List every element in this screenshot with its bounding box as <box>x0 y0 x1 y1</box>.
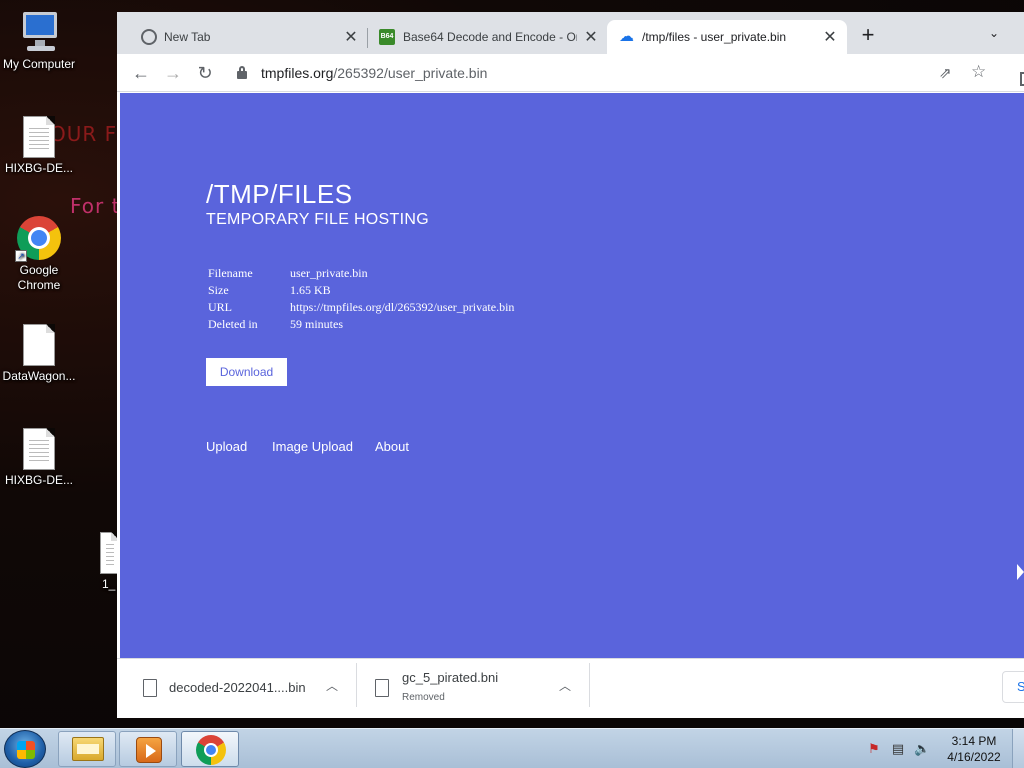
back-arrow-icon[interactable]: ← <box>129 61 153 85</box>
table-row: Deleted in 59 minutes <box>206 316 516 333</box>
download-filename: decoded-2022041....bin <box>169 680 306 695</box>
info-value: 1.65 KB <box>290 283 331 297</box>
media-player-icon <box>136 737 162 763</box>
globe-icon <box>141 29 157 45</box>
text-file-icon <box>23 116 55 158</box>
wallpaper-text: For t <box>70 194 121 218</box>
image-upload-link[interactable]: Image Upload <box>272 439 353 454</box>
tab-title: Base64 Decode and Encode - Onl <box>403 30 577 44</box>
network-icon[interactable]: ▤ <box>890 741 906 757</box>
desktop-icon-datawagon[interactable]: DataWagon... <box>0 324 78 384</box>
folder-icon <box>72 737 104 761</box>
download-item[interactable]: gc_5_pirated.bni Removed ︿ <box>357 659 589 717</box>
tab-tmpfiles[interactable]: ☁ /tmp/files - user_private.bin ✕ <box>607 20 847 54</box>
about-link[interactable]: About <box>375 439 409 454</box>
tab-new-tab[interactable]: New Tab ✕ <box>129 20 369 54</box>
chrome-icon <box>196 735 226 765</box>
page-subtitle: TEMPORARY FILE HOSTING <box>206 211 429 228</box>
download-button[interactable]: Download <box>206 358 287 386</box>
file-icon <box>23 324 55 366</box>
clock-time[interactable]: 3:14 PM <box>944 734 1004 748</box>
start-button[interactable] <box>4 730 46 768</box>
url-path: /265392/user_private.bin <box>333 65 488 81</box>
close-icon[interactable]: ✕ <box>582 27 600 47</box>
close-icon[interactable]: ✕ <box>821 27 839 47</box>
show-all-button[interactable]: S <box>1002 671 1024 703</box>
info-key: URL <box>208 300 232 314</box>
desktop-icon-hixbg-2[interactable]: HIXBG-DE... <box>0 428 78 488</box>
info-key: Deleted in <box>208 317 258 331</box>
info-value: https://tmpfiles.org/dl/265392/user_priv… <box>290 300 515 314</box>
tab-title: New Tab <box>164 30 211 44</box>
forward-arrow-icon[interactable]: → <box>161 61 185 85</box>
show-desktop-button[interactable] <box>1012 729 1024 768</box>
tab-title: /tmp/files - user_private.bin <box>642 30 787 44</box>
tab-separator <box>367 28 368 48</box>
desktop-icon-label: HIXBG-DE... <box>4 161 73 175</box>
text-file-icon <box>23 428 55 470</box>
bookmark-star-icon[interactable]: ☆ <box>971 62 986 82</box>
info-key: Filename <box>208 266 253 280</box>
taskbar-chrome-button[interactable] <box>181 731 239 767</box>
clock-date[interactable]: 4/16/2022 <box>940 750 1008 764</box>
file-icon <box>375 679 389 697</box>
info-value: 59 minutes <box>290 317 343 331</box>
computer-icon <box>17 10 61 54</box>
download-separator <box>589 663 590 707</box>
desktop-icon-label: My Computer <box>2 57 76 71</box>
taskbar-explorer-button[interactable] <box>58 731 116 767</box>
chevron-down-icon[interactable]: ⌄ <box>989 26 999 40</box>
address-bar[interactable]: tmpfiles.org/265392/user_private.bin ⇗ ☆ <box>225 58 1010 88</box>
cloud-upload-icon: ☁ <box>619 28 634 45</box>
lock-icon[interactable] <box>237 66 247 79</box>
browser-toolbar: ← → ↻ tmpfiles.org/265392/user_private.b… <box>117 54 1024 92</box>
desktop-icon-label: Google Chrome <box>17 263 61 292</box>
browser-window: New Tab ✕ B64 Base64 Decode and Encode -… <box>117 12 1024 718</box>
download-shelf: decoded-2022041....bin ︿ gc_5_pirated.bn… <box>117 658 1024 718</box>
volume-icon[interactable]: 🔈 <box>914 741 930 757</box>
url-text[interactable]: tmpfiles.org/265392/user_private.bin <box>261 65 487 81</box>
desktop-icon-label: 1_ <box>102 577 116 591</box>
download-filename: gc_5_pirated.bni <box>402 670 499 685</box>
desktop-icon-my-computer[interactable]: My Computer <box>0 10 78 72</box>
chevron-up-icon[interactable]: ︿ <box>326 677 338 694</box>
info-key: Size <box>208 283 229 297</box>
share-icon[interactable]: ⇗ <box>939 64 952 82</box>
mouse-cursor-icon <box>1017 564 1024 580</box>
desktop-icon-google-chrome[interactable]: ↗ Google Chrome <box>0 216 78 293</box>
new-tab-button[interactable]: + <box>857 24 879 46</box>
taskbar-media-player-button[interactable] <box>119 731 177 767</box>
table-row: Filename user_private.bin <box>206 265 516 282</box>
url-host: tmpfiles.org <box>261 65 334 81</box>
chrome-icon: ↗ <box>15 216 61 262</box>
desktop-icon-label: HIXBG-DE... <box>4 473 73 487</box>
page-title: /TMP/FILES <box>206 179 353 209</box>
table-row: URL https://tmpfiles.org/dl/265392/user_… <box>206 299 516 316</box>
taskbar: ⚑ ▤ 🔈 3:14 PM 4/16/2022 <box>0 728 1024 768</box>
info-value: user_private.bin <box>290 266 368 280</box>
download-status: Removed <box>402 692 445 703</box>
windows-logo-icon <box>17 741 35 759</box>
shortcut-arrow-icon: ↗ <box>15 250 27 262</box>
desktop-icon-file-1[interactable]: 1_ <box>70 532 120 592</box>
download-item[interactable]: decoded-2022041....bin ︿ <box>117 659 355 717</box>
chevron-up-icon[interactable]: ︿ <box>559 677 571 694</box>
tab-base64[interactable]: B64 Base64 Decode and Encode - Onl ✕ <box>369 20 605 54</box>
page-content: /TMP/FILES TEMPORARY FILE HOSTING Filena… <box>120 93 1024 658</box>
table-row: Size 1.65 KB <box>206 282 516 299</box>
action-center-flag-icon[interactable]: ⚑ <box>866 741 882 757</box>
tab-strip: New Tab ✕ B64 Base64 Decode and Encode -… <box>117 12 1024 54</box>
close-icon[interactable]: ✕ <box>342 27 360 47</box>
extension-icon[interactable] <box>1020 72 1024 86</box>
reload-icon[interactable]: ↻ <box>193 61 217 85</box>
desktop-icon-hixbg-1[interactable]: HIXBG-DE... <box>0 116 78 176</box>
file-info-table: Filename user_private.bin Size 1.65 KB U… <box>206 265 516 333</box>
upload-link[interactable]: Upload <box>206 439 247 454</box>
file-icon <box>143 679 157 697</box>
desktop-icon-label: DataWagon... <box>2 369 76 383</box>
b64-icon: B64 <box>379 29 395 45</box>
